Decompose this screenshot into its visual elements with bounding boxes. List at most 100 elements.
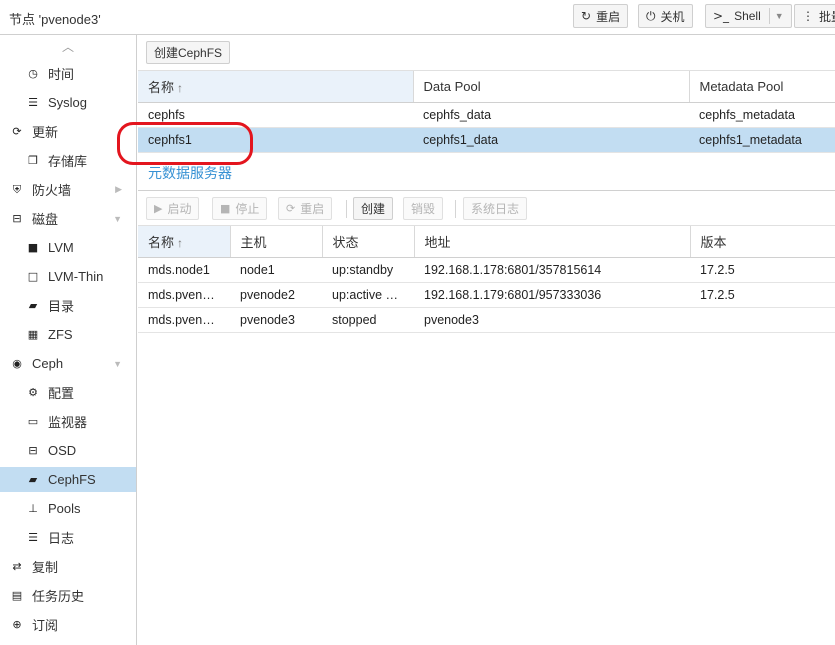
sidebar-item-monitor[interactable]: ▭ 监视器 <box>0 409 136 434</box>
list-alt-icon: ▤ <box>11 589 23 602</box>
scroll-up-icon[interactable]: ︿ <box>58 38 78 54</box>
bulk-actions-button[interactable]: ⋮ 批量 <box>794 4 835 28</box>
mds-version: 17.2.5 <box>690 257 835 283</box>
create-cephfs-button[interactable]: 创建CephFS <box>146 41 231 64</box>
sidebar-item-osd[interactable]: ⊟ OSD <box>0 438 136 463</box>
sidebar-item-lvm[interactable]: ■ LVM <box>0 235 136 260</box>
mds-address: 192.168.1.179:6801/957333036 <box>414 282 690 308</box>
mds-group-title: 元数据服务器 <box>148 165 232 181</box>
hdd-icon: ⊟ <box>28 444 38 457</box>
chevron-right-icon[interactable]: ▶ <box>115 184 122 195</box>
mds-name: mds.node1 <box>138 257 230 283</box>
sidebar-item-replication[interactable]: ⇄ 复制 <box>0 554 136 579</box>
sidebar-item-firewall[interactable]: ⛨ 防火墙 ▶ <box>0 177 136 202</box>
clock-icon: ◷ <box>28 67 38 80</box>
page-title: 节点 'pvenode3' <box>9 12 101 27</box>
ceph-icon: ◉ <box>12 357 22 370</box>
column-header-version[interactable]: 版本 <box>690 226 835 258</box>
cephfs-data-pool: cephfs1_data <box>413 127 689 153</box>
mds-version: 17.2.5 <box>690 282 835 308</box>
sidebar-item-ceph[interactable]: ◉ Ceph ▼ <box>0 351 136 376</box>
sidebar-item-zfs[interactable]: ▦ ZFS <box>0 322 136 347</box>
node-sidebar: ︿ ◷ 时间 ☰ Syslog ⟳ 更新 ❐ 存储库 ⛨ 防火墙 ▶ ⊟ 磁盘 … <box>0 35 137 645</box>
sidebar-item-label: 磁盘 <box>32 212 59 227</box>
ellipsis-vertical-icon: ⋮ <box>802 9 814 23</box>
mds-address: pvenode3 <box>414 307 690 333</box>
reboot-button[interactable]: ↻ 重启 <box>573 4 629 28</box>
sidebar-item-cephfs[interactable]: ▰ CephFS <box>0 467 136 492</box>
shield-icon: ⛨ <box>12 182 22 196</box>
mds-host: pvenode3 <box>230 307 322 333</box>
list-icon: ☰ <box>28 531 38 544</box>
sort-asc-icon: ↑ <box>177 80 184 95</box>
table-row[interactable]: mds.pven… pvenode2 up:active … 192.168.1… <box>138 282 835 308</box>
undo-icon: ↻ <box>581 9 592 23</box>
hdd-icon: ⊟ <box>12 212 22 225</box>
square-icon: ■ <box>27 241 39 254</box>
column-header-name[interactable]: 名称 ↑ <box>138 226 231 258</box>
folder-icon: ▰ <box>28 299 38 312</box>
stop-button[interactable]: ■ 停止 <box>212 197 268 220</box>
column-header-data-pool[interactable]: Data Pool <box>413 71 690 103</box>
shell-label: Shell <box>734 9 761 23</box>
sidebar-item-directory[interactable]: ▰ 目录 <box>0 293 136 318</box>
mds-name: mds.pven… <box>138 307 230 333</box>
sidebar-item-disks[interactable]: ⊟ 磁盘 ▼ <box>0 206 136 231</box>
create-mds-button[interactable]: 创建 <box>353 197 394 220</box>
cephfs-toolbar: 创建CephFS <box>138 35 835 71</box>
monitor-icon: ▭ <box>27 415 39 428</box>
sitemap-icon: ⊥ <box>28 502 38 515</box>
folder-icon: ▰ <box>28 473 38 486</box>
restart-button[interactable]: ⟳ 重启 <box>278 197 333 220</box>
mds-name: mds.pven… <box>138 282 230 308</box>
sidebar-item-pools[interactable]: ⊥ Pools <box>0 496 136 521</box>
sidebar-item-label: LVM-Thin <box>48 269 104 284</box>
table-row[interactable]: mds.node1 node1 up:standby 192.168.1.178… <box>138 257 835 283</box>
cephfs-metadata-pool: cephfs_metadata <box>689 102 835 128</box>
mds-host: pvenode2 <box>230 282 322 308</box>
sidebar-item-label: 复制 <box>32 560 59 575</box>
sort-asc-icon: ↑ <box>177 235 184 250</box>
sidebar-item-ceph-config[interactable]: ⚙ 配置 <box>0 380 136 405</box>
mds-toolbar: ▶ 启动 ■ 停止 ⟳ 重启 创建 销毁 系统日志 <box>138 190 835 226</box>
column-header-status[interactable]: 状态 <box>322 226 415 258</box>
mds-status: up:standby <box>322 257 414 283</box>
shutdown-button[interactable]: ⏻ 关机 <box>638 4 693 28</box>
grid-icon: ▦ <box>27 328 39 341</box>
column-header-metadata-pool[interactable]: Metadata Pool <box>689 71 835 103</box>
retweet-icon: ⇄ <box>12 560 22 573</box>
sidebar-item-label: 配置 <box>48 386 75 401</box>
sidebar-item-time[interactable]: ◷ 时间 <box>0 61 136 86</box>
copy-icon: ❐ <box>28 154 38 167</box>
sidebar-item-updates[interactable]: ⟳ 更新 <box>0 119 136 144</box>
sidebar-item-subscription[interactable]: ⊕ 订阅 <box>0 612 136 637</box>
sidebar-item-lvm-thin[interactable]: □ LVM-Thin <box>0 264 136 289</box>
destroy-button[interactable]: 销毁 <box>403 197 444 220</box>
shell-button[interactable]: >_ Shell ▼ <box>705 4 792 28</box>
reboot-label: 重启 <box>596 9 621 24</box>
start-button[interactable]: ▶ 启动 <box>146 197 200 220</box>
table-row[interactable]: mds.pven… pvenode3 stopped pvenode3 <box>138 307 835 333</box>
sidebar-item-ceph-log[interactable]: ☰ 日志 <box>0 525 136 550</box>
chevron-down-icon[interactable]: ▼ <box>113 214 122 224</box>
sidebar-item-syslog[interactable]: ☰ Syslog <box>0 90 136 115</box>
sidebar-item-label: 更新 <box>32 125 59 140</box>
mds-version <box>690 307 835 333</box>
sidebar-item-repositories[interactable]: ❐ 存储库 <box>0 148 136 173</box>
column-header-name[interactable]: 名称 ↑ <box>138 71 414 103</box>
mds-status: up:active … <box>322 282 414 308</box>
stop-icon: ■ <box>220 202 231 215</box>
shutdown-label: 关机 <box>660 9 685 24</box>
sidebar-item-label: Syslog <box>48 95 88 110</box>
sidebar-item-label: Ceph <box>32 356 64 371</box>
syslog-button[interactable]: 系统日志 <box>463 197 528 220</box>
sidebar-item-label: 订阅 <box>32 618 59 633</box>
sidebar-item-label: 任务历史 <box>32 589 85 604</box>
chevron-down-icon[interactable]: ▼ <box>113 359 122 369</box>
chevron-down-icon[interactable]: ▼ <box>775 11 784 21</box>
column-header-address[interactable]: 地址 <box>414 226 691 258</box>
column-header-host[interactable]: 主机 <box>230 226 323 258</box>
mds-host: node1 <box>230 257 322 283</box>
sidebar-item-label: CephFS <box>48 472 96 487</box>
sidebar-item-task-history[interactable]: ▤ 任务历史 <box>0 583 136 608</box>
